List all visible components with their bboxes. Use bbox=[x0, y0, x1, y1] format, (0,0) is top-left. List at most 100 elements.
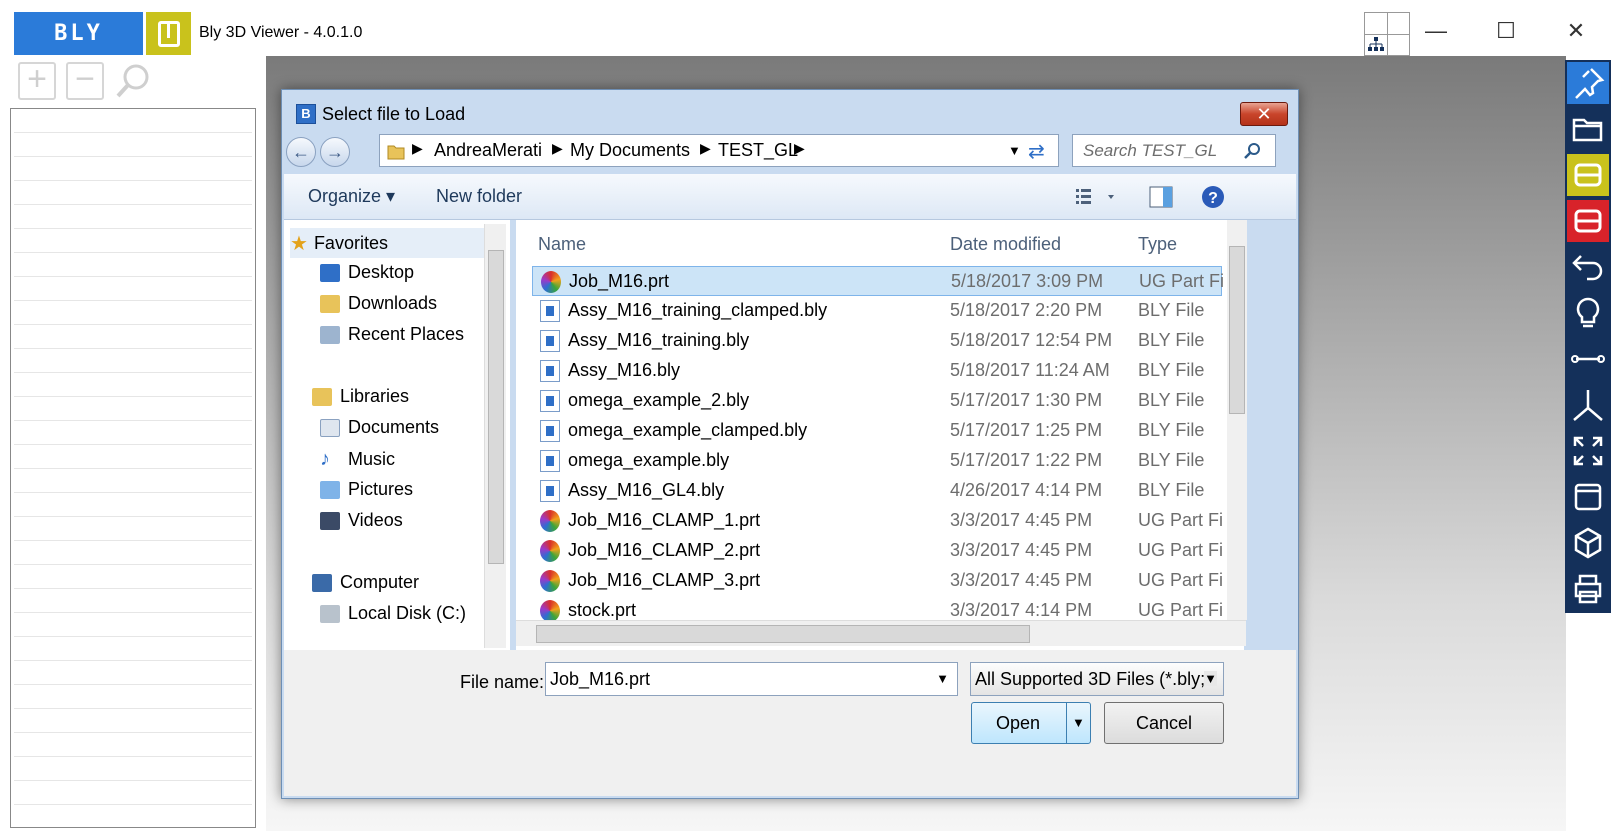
nav-local-disk[interactable]: Local Disk (C:) bbox=[320, 603, 466, 624]
file-name: Job_M16.prt bbox=[569, 271, 670, 291]
file-row[interactable]: Job_M16_CLAMP_3.prt 3/3/2017 4:45 PM UG Pa… bbox=[532, 566, 1224, 596]
bulb-icon[interactable] bbox=[1567, 292, 1609, 334]
chevron-down-icon[interactable]: ▼ bbox=[936, 671, 949, 686]
desktop-icon bbox=[320, 263, 340, 282]
file-name-input[interactable]: Job_M16.prt ▼ bbox=[545, 662, 958, 696]
forward-button[interactable]: → bbox=[320, 137, 350, 167]
nav-label: Libraries bbox=[340, 386, 410, 406]
dialog-close-button[interactable]: ✕ bbox=[1240, 102, 1288, 126]
libraries-icon bbox=[312, 387, 332, 406]
file-row[interactable]: omega_example_clamped.bly 5/17/2017 1:25 … bbox=[532, 416, 1222, 446]
nav-recent[interactable]: Recent Places bbox=[320, 324, 464, 345]
svg-text:?: ? bbox=[1208, 190, 1218, 207]
nav-label: Favorites bbox=[313, 232, 388, 253]
nav-favorites[interactable]: ★ Favorites bbox=[290, 228, 486, 258]
file-type: BLY File bbox=[1138, 360, 1205, 380]
search-box[interactable]: Search TEST_GL bbox=[1072, 134, 1276, 167]
back-button[interactable]: ← bbox=[286, 137, 316, 167]
file-name: omega_example.bly bbox=[568, 450, 730, 470]
nav-scrollbar[interactable] bbox=[484, 224, 506, 648]
layout-button[interactable] bbox=[1364, 12, 1410, 56]
music-icon: ♪ bbox=[320, 448, 330, 470]
organize-button[interactable]: Organize ▾ bbox=[308, 186, 395, 207]
file-row[interactable]: Assy_M16_training_clamped.bly 5/18/2017 2… bbox=[532, 296, 1222, 326]
cancel-button[interactable]: Cancel bbox=[1104, 702, 1224, 744]
axes-icon[interactable] bbox=[1567, 384, 1609, 426]
file-type: UG Part File bbox=[1138, 540, 1224, 560]
chevron-down-icon[interactable]: ▼ bbox=[1204, 671, 1217, 686]
file-name: Assy_M16.bly bbox=[568, 360, 681, 380]
file-type: BLY File bbox=[1138, 390, 1205, 410]
bly-yellow-icon[interactable] bbox=[1567, 154, 1609, 196]
column-date-modified[interactable]: Date modified bbox=[950, 234, 1061, 255]
search-icon[interactable] bbox=[114, 62, 154, 102]
recent-places-icon bbox=[320, 325, 340, 344]
window-title: Bly 3D Viewer - 4.0.1.0 bbox=[199, 24, 363, 41]
measure-icon[interactable] bbox=[1567, 338, 1609, 380]
bly-file-icon bbox=[540, 450, 560, 472]
file-type: UG Part File bbox=[1138, 570, 1224, 590]
zoom-out-button[interactable]: − bbox=[66, 62, 104, 100]
ug-part-file-icon bbox=[540, 600, 560, 622]
file-row[interactable]: Assy_M16_GL4.bly 4/26/2017 4:14 PM BLY Fil… bbox=[532, 476, 1222, 506]
file-name: omega_example_clamped.bly bbox=[568, 420, 808, 440]
app-badge-icon[interactable] bbox=[146, 12, 191, 55]
file-row[interactable]: Job_M16.prt 5/18/2017 3:09 PM UG Part File bbox=[532, 266, 1225, 296]
open-folder-icon[interactable] bbox=[1567, 108, 1609, 150]
nav-pictures[interactable]: Pictures bbox=[320, 479, 413, 500]
nav-documents[interactable]: Documents bbox=[320, 417, 439, 438]
nav-desktop[interactable]: Desktop bbox=[320, 262, 414, 283]
address-bar[interactable]: ▶ AndreaMerati ▶ My Documents ▶ TEST_GL … bbox=[379, 134, 1059, 167]
file-row[interactable]: Assy_M16_training.bly 5/18/2017 12:54 PM B… bbox=[532, 326, 1222, 356]
view-options-icon[interactable] bbox=[1074, 186, 1118, 208]
minimize-button[interactable]: — bbox=[1416, 18, 1456, 44]
file-dialog: B Select file to Load ✕ ← → ▶ AndreaMera… bbox=[281, 89, 1299, 799]
search-placeholder: Search TEST_GL bbox=[1083, 141, 1218, 160]
bly-red-icon[interactable] bbox=[1567, 200, 1609, 242]
file-row[interactable]: Job_M16_CLAMP_1.prt 3/3/2017 4:45 PM UG Pa… bbox=[532, 506, 1224, 536]
file-row[interactable]: omega_example.bly 5/17/2017 1:22 PM BLY Fi… bbox=[532, 446, 1222, 476]
fit-icon[interactable] bbox=[1567, 430, 1609, 472]
file-type: UG Part File bbox=[1138, 600, 1224, 620]
help-icon[interactable]: ? bbox=[1200, 184, 1226, 210]
breadcrumb-item[interactable]: TEST_GL bbox=[718, 140, 798, 161]
refresh-icon[interactable]: ⇄ bbox=[1028, 139, 1045, 164]
ug-part-file-icon bbox=[540, 540, 560, 562]
nav-videos[interactable]: Videos bbox=[320, 510, 403, 531]
file-list-horizontal-scrollbar[interactable] bbox=[516, 620, 1246, 646]
zoom-in-button[interactable]: + bbox=[18, 62, 56, 100]
view-icon[interactable] bbox=[1567, 476, 1609, 518]
maximize-button[interactable]: ☐ bbox=[1486, 18, 1526, 44]
address-dropdown-icon[interactable]: ▼ bbox=[1008, 143, 1021, 158]
breadcrumb-item[interactable]: My Documents bbox=[570, 140, 690, 161]
model-tree-panel[interactable] bbox=[10, 108, 256, 828]
close-button[interactable]: ✕ bbox=[1556, 18, 1596, 44]
file-date: 5/17/2017 1:22 PM bbox=[950, 450, 1103, 470]
nav-downloads[interactable]: Downloads bbox=[320, 293, 437, 314]
column-name[interactable]: Name bbox=[538, 234, 586, 255]
undo-icon[interactable] bbox=[1567, 246, 1609, 288]
file-type-filter[interactable]: All Supported 3D Files (*.bly;* ▼ bbox=[970, 662, 1224, 696]
bly-logo[interactable]: BLY bbox=[14, 12, 143, 55]
breadcrumb-item[interactable]: AndreaMerati bbox=[434, 140, 542, 161]
search-icon[interactable] bbox=[1243, 141, 1263, 161]
file-row[interactable]: omega_example_2.bly 5/17/2017 1:30 PM BLY … bbox=[532, 386, 1222, 416]
file-list-vertical-scrollbar[interactable] bbox=[1227, 220, 1247, 620]
print-icon[interactable] bbox=[1567, 568, 1609, 610]
preview-pane-icon[interactable] bbox=[1148, 184, 1174, 210]
open-button[interactable]: Open ▼ bbox=[971, 702, 1091, 744]
chevron-down-icon[interactable]: ▼ bbox=[1072, 715, 1085, 730]
shape-icon[interactable] bbox=[1567, 522, 1609, 564]
nav-music[interactable]: ♪ Music bbox=[320, 448, 395, 471]
file-name-value: Job_M16.prt bbox=[550, 669, 651, 689]
file-date: 5/18/2017 2:20 PM bbox=[950, 300, 1103, 320]
pin-icon[interactable] bbox=[1567, 62, 1609, 104]
nav-libraries[interactable]: Libraries bbox=[312, 386, 409, 407]
new-folder-button[interactable]: New folder bbox=[436, 186, 522, 207]
nav-computer[interactable]: Computer bbox=[312, 572, 419, 593]
file-name: Job_M16_CLAMP_3.prt bbox=[568, 570, 761, 590]
file-row[interactable]: Assy_M16.bly 5/18/2017 11:24 AM BLY File bbox=[532, 356, 1222, 386]
file-row[interactable]: Job_M16_CLAMP_2.prt 3/3/2017 4:45 PM UG Pa… bbox=[532, 536, 1224, 566]
bly-file-icon bbox=[540, 360, 560, 382]
column-type[interactable]: Type bbox=[1138, 234, 1177, 255]
